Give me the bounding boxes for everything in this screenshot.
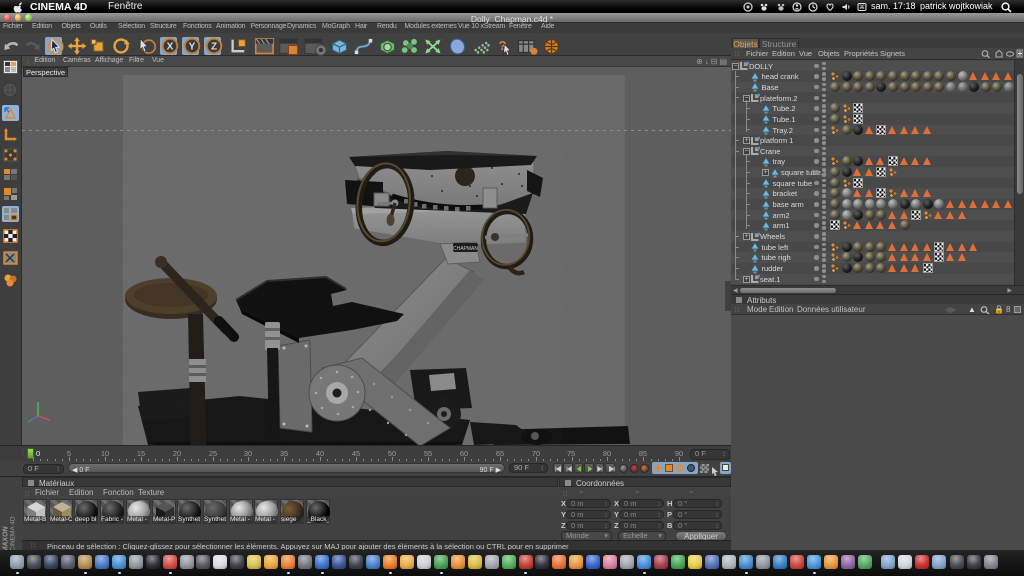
svg-text:⌘: ⌘ [859,4,865,11]
svg-text:Z: Z [211,41,217,52]
svg-text:Y: Y [189,41,196,52]
svg-text:X: X [167,41,174,52]
